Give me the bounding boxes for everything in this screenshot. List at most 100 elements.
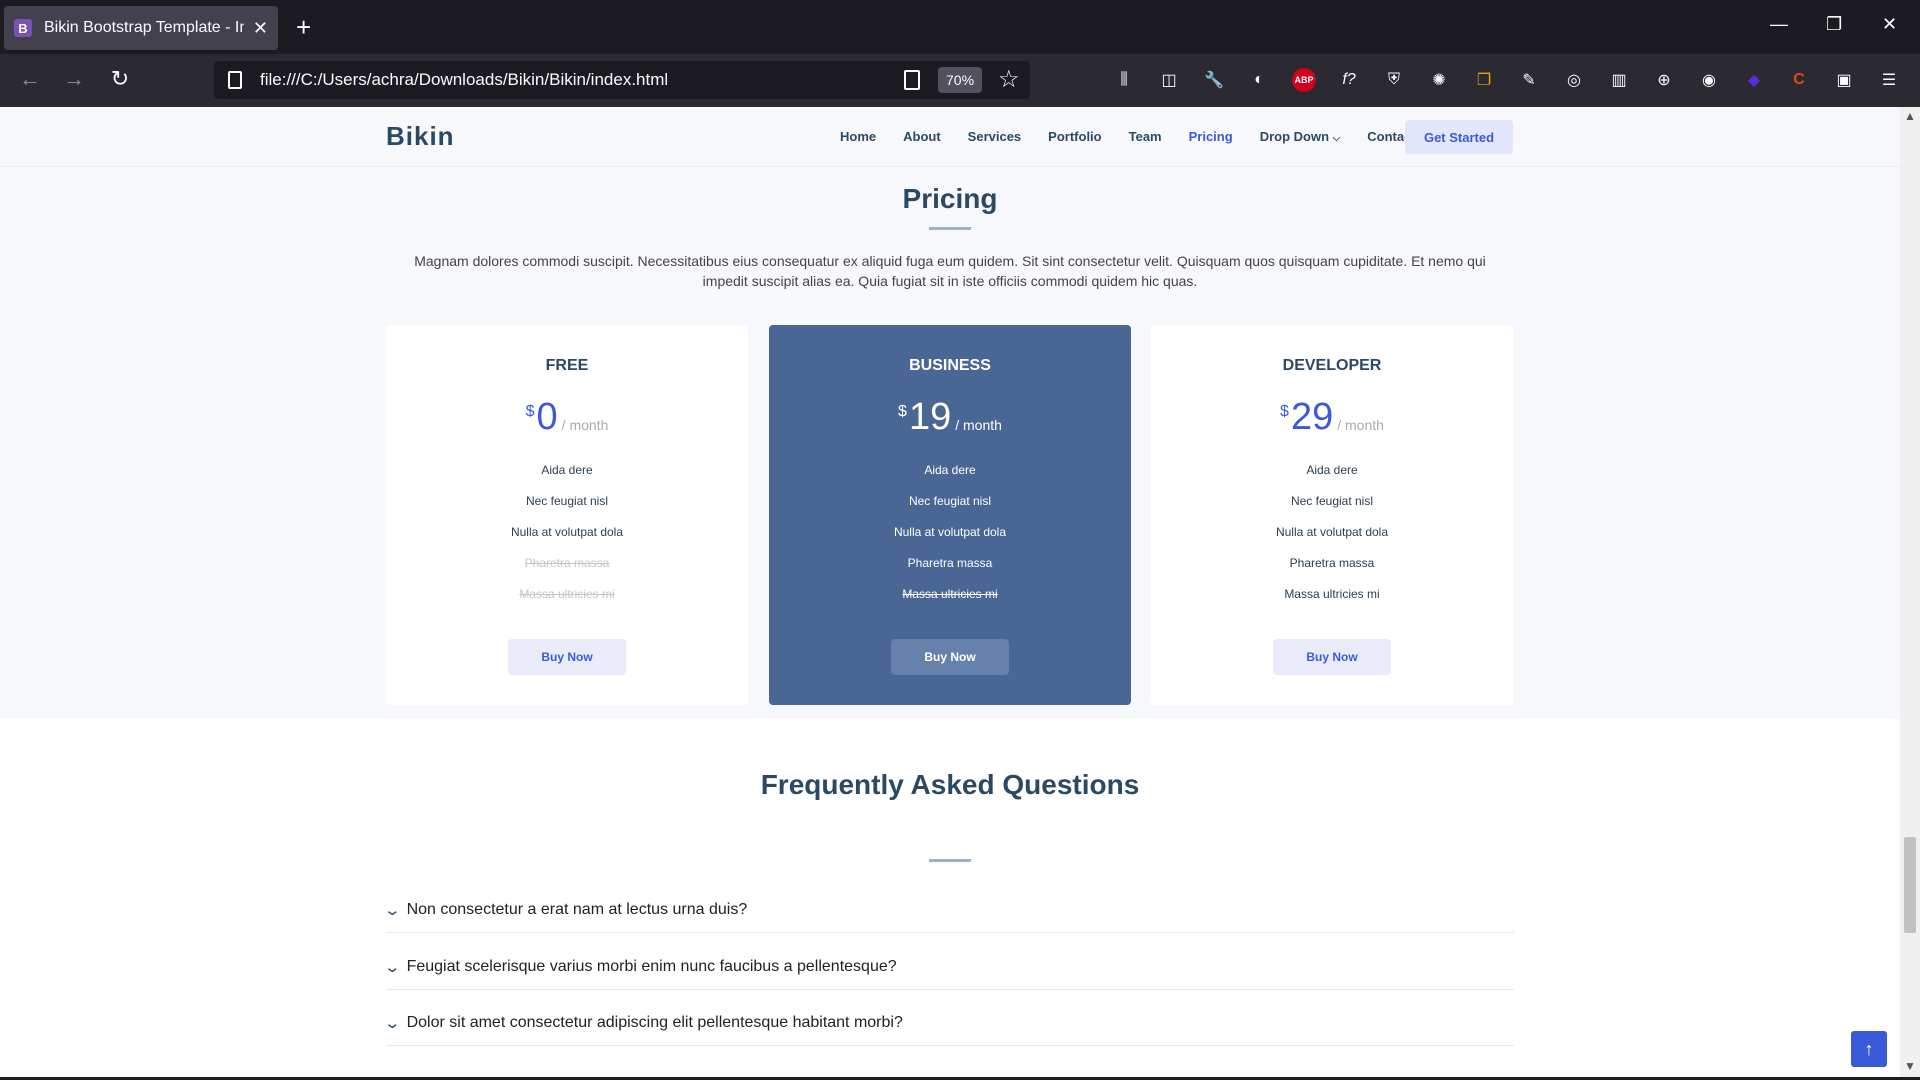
feature-item: Nulla at volutpat dola <box>893 525 1007 539</box>
c-extension-icon[interactable]: C <box>1787 68 1811 92</box>
bootstrap-favicon-icon: B <box>14 19 32 37</box>
menu-item-home[interactable]: Home <box>840 129 876 144</box>
forward-arrow-icon[interactable]: → <box>60 66 88 92</box>
page-icon <box>228 71 242 89</box>
feature-item: Aida dere <box>924 463 976 477</box>
faq-item[interactable]: ⌄ Non consectetur a erat nam at lectus u… <box>383 887 1514 933</box>
faq-question[interactable]: Non consectetur a erat nam at lectus urn… <box>407 901 748 919</box>
hamburger-menu-icon[interactable]: ☰ <box>1877 68 1901 92</box>
new-tab-plus-icon[interactable]: + <box>296 12 311 42</box>
back-arrow-icon[interactable]: ← <box>16 66 44 92</box>
address-bar[interactable]: file:///C:/Users/achra/Downloads/Bikin/B… <box>214 61 1030 99</box>
currency: $ <box>898 403 907 420</box>
pricing-title: Pricing <box>902 183 998 214</box>
faq-item[interactable]: ⌄ Dolor sit amet consectetur adipiscing … <box>383 1000 1514 1046</box>
price-amount: 0 <box>536 396 558 438</box>
menu-item-pricing[interactable]: Pricing <box>1189 129 1233 144</box>
library-icon[interactable]: ⫼ <box>1112 68 1136 92</box>
scroll-up-arrow-icon[interactable]: ▲ <box>1904 109 1916 123</box>
copy-extension-icon[interactable]: ❐ <box>1472 68 1496 92</box>
arrow-up-icon: ↑ <box>1864 1038 1874 1059</box>
site-logo[interactable]: Bikin <box>386 121 455 152</box>
title-underline <box>929 227 971 230</box>
zoom-level[interactable]: 70% <box>938 67 983 93</box>
faq-question[interactable]: Dolor sit amet consectetur adipiscing el… <box>407 1014 903 1032</box>
menu-item-dropdown[interactable]: Drop Down ⌵ <box>1260 129 1341 144</box>
plan-name: BUSINESS <box>909 357 991 374</box>
bookmark-star-icon[interactable]: ☆ <box>998 65 1020 94</box>
grid-extension-icon[interactable]: ▥ <box>1607 68 1631 92</box>
feature-item: Aida dere <box>541 463 593 477</box>
pricing-card-business: BUSINESS $ 19 / month Aida dere Nec feug… <box>769 325 1131 705</box>
faq-item[interactable]: ⌄ Feugiat scelerisque varius morbi enim … <box>383 944 1514 990</box>
faq-question[interactable]: Feugiat scelerisque varius morbi enim nu… <box>407 958 897 976</box>
main-menu: Home About Services Portfolio Team Prici… <box>840 129 1443 144</box>
faq-title-underline <box>929 859 971 862</box>
menu-item-portfolio[interactable]: Portfolio <box>1048 129 1101 144</box>
plan-price: $ 0 / month <box>386 397 748 437</box>
buy-now-button[interactable]: Buy Now <box>1273 639 1391 675</box>
feature-item: Nec feugiat nisl <box>1290 494 1374 508</box>
price-period: / month <box>561 417 609 433</box>
feature-list: Aida dere Nec feugiat nisl Nulla at volu… <box>386 455 748 610</box>
url-text[interactable]: file:///C:/Users/achra/Downloads/Bikin/B… <box>260 70 668 90</box>
feature-item: Nec feugiat nisl <box>525 494 609 508</box>
menu-item-dropdown-label: Drop Down <box>1259 129 1330 144</box>
close-icon[interactable]: ✕ <box>253 18 268 39</box>
chevron-down-icon: ⌄ <box>383 958 402 976</box>
faq-title: Frequently Asked Questions <box>760 769 1140 800</box>
scroll-down-arrow-icon[interactable]: ▼ <box>1904 1059 1916 1073</box>
browser-tab[interactable]: B Bikin Bootstrap Template - Index ✕ <box>4 6 278 50</box>
wrench-icon[interactable]: 🔧 <box>1202 68 1226 92</box>
site-header: Bikin Home About Services Portfolio Team… <box>0 107 1900 167</box>
feature-item: Pharetra massa <box>907 556 993 570</box>
feature-item: Nulla at volutpat dola <box>510 525 624 539</box>
reader-view-icon[interactable] <box>904 70 920 90</box>
minimize-icon[interactable]: — <box>1770 14 1788 35</box>
reload-icon[interactable]: ↻ <box>106 66 134 92</box>
get-started-button[interactable]: Get Started <box>1405 120 1513 154</box>
glasses-extension-icon[interactable]: ◉ <box>1697 68 1721 92</box>
price-period: / month <box>1337 417 1384 433</box>
currency: $ <box>525 403 535 420</box>
diamond-extension-icon[interactable]: ◆ <box>1742 68 1766 92</box>
feature-list: Aida dere Nec feugiat nisl Nulla at volu… <box>769 455 1131 610</box>
gear-extension-icon[interactable]: ✺ <box>1427 68 1451 92</box>
plan-name: FREE <box>545 357 589 374</box>
chevron-down-icon: ⌄ <box>383 901 402 919</box>
feature-item: Nec feugiat nisl <box>908 494 992 508</box>
privacy-shield-icon[interactable]: ⛨ <box>1382 68 1406 92</box>
feature-item-unavailable: Massa ultricies mi <box>902 587 998 601</box>
page-scrollbar[interactable]: ▲ ▼ <box>1900 107 1920 1077</box>
price-amount: 19 <box>908 396 952 438</box>
pocket-icon[interactable]: ◫ <box>1157 68 1181 92</box>
feature-item-unavailable: Massa ultricies mi <box>519 587 615 601</box>
window-close-icon[interactable]: ✕ <box>1882 14 1897 35</box>
menu-item-about[interactable]: About <box>903 129 941 144</box>
tab-title: Bikin Bootstrap Template - Index <box>44 19 244 36</box>
chevron-down-icon: ⌄ <box>383 1014 402 1032</box>
restore-icon[interactable]: ❐ <box>1826 14 1842 35</box>
pricing-description: Magnam dolores commodi suscipit. Necessi… <box>414 253 1486 289</box>
buy-now-button[interactable]: Buy Now <box>891 639 1009 675</box>
scrollbar-thumb[interactable] <box>1904 837 1916 933</box>
back-to-top-button[interactable]: ↑ <box>1851 1031 1887 1067</box>
world-icon[interactable]: ⊕ <box>1652 68 1676 92</box>
page-viewport: Bikin Home About Services Portfolio Team… <box>0 107 1900 1077</box>
pricing-section: Pricing Magnam dolores commodi suscipit.… <box>0 167 1900 719</box>
menu-item-team[interactable]: Team <box>1129 129 1162 144</box>
buy-now-button[interactable]: Buy Now <box>508 639 626 675</box>
pricing-card-free: FREE $ 0 / month Aida dere Nec feugiat n… <box>386 325 748 705</box>
feature-item: Nulla at volutpat dola <box>1275 525 1389 539</box>
screenshot-extension-icon[interactable]: ▣ <box>1832 68 1856 92</box>
adblock-icon[interactable]: ABP <box>1292 68 1316 92</box>
globe-extension-icon[interactable]: ◐ <box>1247 68 1271 92</box>
font-finder-icon[interactable]: f? <box>1337 68 1361 92</box>
eyedropper-icon[interactable]: ✎ <box>1517 68 1541 92</box>
plan-name: DEVELOPER <box>1282 357 1382 374</box>
instagram-icon[interactable]: ◎ <box>1562 68 1586 92</box>
browser-navigation-bar: ← → ↻ file:///C:/Users/achra/Downloads/B… <box>0 54 1920 107</box>
feature-item: Massa ultricies mi <box>1284 587 1380 601</box>
price-period: / month <box>955 417 1002 433</box>
menu-item-services[interactable]: Services <box>968 129 1022 144</box>
